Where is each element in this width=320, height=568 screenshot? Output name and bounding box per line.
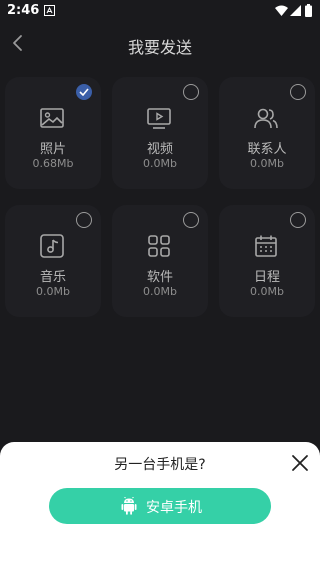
card-label: 视频: [146, 142, 173, 157]
card-calendar[interactable]: 日程 0.0Mb: [219, 205, 315, 317]
checkbox-video[interactable]: [183, 84, 199, 100]
card-size: 0.0Mb: [143, 285, 177, 298]
page-title: 我要发送: [127, 38, 192, 57]
card-video[interactable]: 视频 0.0Mb: [112, 77, 208, 189]
apps-icon: [148, 235, 170, 257]
video-icon: [147, 108, 171, 129]
notification-icon: [44, 5, 55, 16]
header: 我要发送: [0, 22, 320, 66]
card-size: 0.0Mb: [250, 157, 284, 170]
card-label: 音乐: [39, 270, 66, 285]
card-label: 日程: [253, 270, 280, 285]
checkbox-contacts[interactable]: [290, 84, 306, 100]
contacts-icon: [254, 108, 278, 129]
image-icon: [40, 108, 64, 128]
card-label: 联系人: [247, 142, 287, 157]
android-phone-button[interactable]: 安卓手机: [49, 488, 271, 524]
signal-icon: [290, 5, 301, 16]
check-icon: [79, 88, 89, 96]
status-time: 2:46: [7, 3, 40, 18]
music-icon: [40, 234, 64, 258]
card-label: 照片: [39, 142, 66, 157]
card-size: 0.68Mb: [32, 157, 74, 170]
checkbox-calendar[interactable]: [290, 212, 306, 228]
card-label: 软件: [146, 270, 173, 285]
card-music[interactable]: 音乐 0.0Mb: [5, 205, 101, 317]
wifi-icon: [275, 5, 288, 16]
card-size: 0.0Mb: [36, 285, 70, 298]
sheet-question: 另一台手机是?: [114, 457, 206, 473]
checkbox-music[interactable]: [76, 212, 92, 228]
status-bar: 2:46: [0, 0, 320, 22]
card-apps[interactable]: 软件 0.0Mb: [112, 205, 208, 317]
card-contacts[interactable]: 联系人 0.0Mb: [219, 77, 315, 189]
battery-icon: [305, 4, 312, 17]
checkbox-photos[interactable]: [76, 84, 92, 100]
android-icon: [121, 497, 137, 515]
card-size: 0.0Mb: [143, 157, 177, 170]
calendar-icon: [255, 235, 277, 257]
card-size: 0.0Mb: [250, 285, 284, 298]
checkbox-apps[interactable]: [183, 212, 199, 228]
card-photos[interactable]: 照片 0.68Mb: [5, 77, 101, 189]
android-phone-label: 安卓手机: [146, 500, 202, 516]
device-type-sheet: 另一台手机是? 安卓手机: [0, 442, 320, 568]
close-icon[interactable]: [290, 453, 310, 473]
